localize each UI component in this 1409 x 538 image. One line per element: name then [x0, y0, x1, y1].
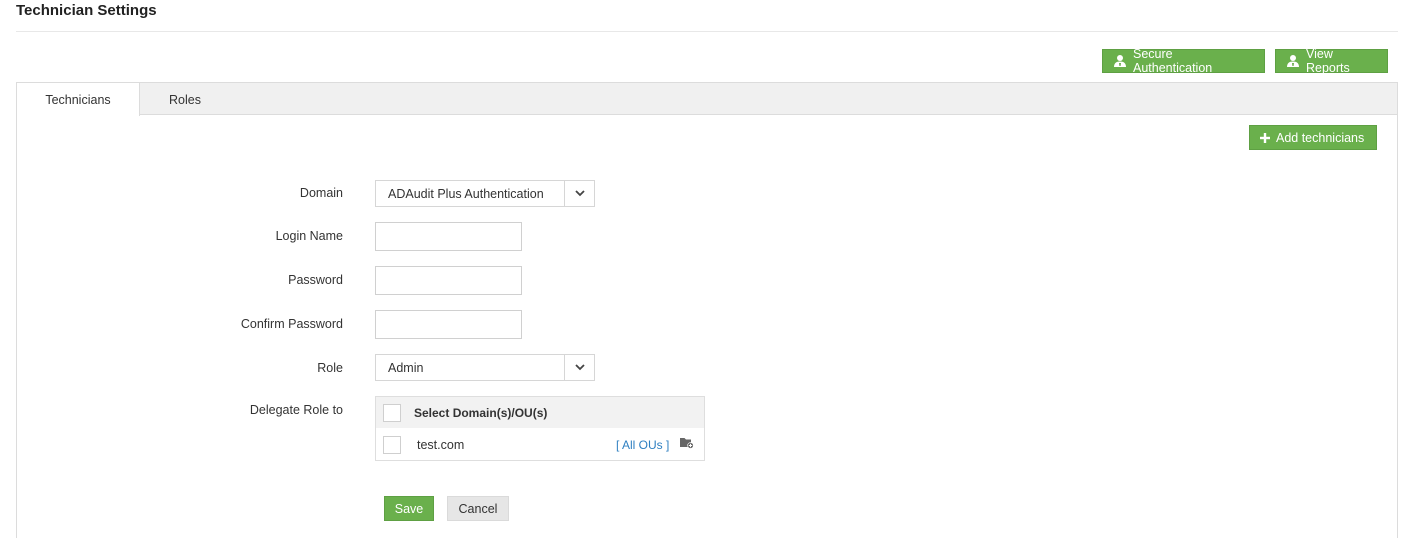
secure-authentication-button[interactable]: Secure Authentication [1102, 47, 1265, 75]
domain-select-value: ADAudit Plus Authentication [388, 187, 544, 201]
add-technicians-button[interactable]: Add technicians [1249, 125, 1377, 150]
login-name-label: Login Name [275, 229, 343, 243]
folder-add-icon[interactable] [680, 437, 694, 452]
select-domains-header: Select Domain(s)/OU(s) [414, 406, 548, 420]
save-button[interactable]: Save [384, 496, 434, 521]
password-input[interactable] [375, 266, 522, 295]
domain-row-checkbox[interactable] [383, 436, 401, 454]
chevron-down-icon[interactable] [564, 181, 594, 206]
tab-roles-label: Roles [169, 92, 201, 107]
password-label: Password [288, 273, 343, 287]
role-label: Role [317, 361, 343, 375]
select-all-checkbox[interactable] [383, 404, 401, 422]
all-ous-link[interactable]: [ All OUs ] [616, 438, 669, 452]
add-technicians-label: Add technicians [1276, 130, 1365, 145]
view-reports-label: View Reports [1306, 47, 1350, 75]
user-shield-icon [1114, 55, 1126, 67]
view-reports-button[interactable]: View Reports [1275, 47, 1388, 75]
user-report-icon [1287, 55, 1299, 67]
technicians-panel: Technicians Roles [16, 82, 1398, 538]
chevron-down-icon[interactable] [564, 355, 594, 380]
secure-authentication-label: Secure Authentication [1133, 47, 1213, 75]
delegate-table-header: Select Domain(s)/OU(s) [376, 397, 704, 428]
tab-technicians-label: Technicians [45, 92, 111, 107]
domain-label: Domain [299, 186, 343, 200]
tab-technicians[interactable]: Technicians [17, 83, 140, 116]
confirm-password-input[interactable] [375, 310, 522, 339]
role-select[interactable]: Admin [375, 354, 595, 381]
delegate-domain-table: Select Domain(s)/OU(s) test.com [ All OU… [375, 396, 705, 461]
delegate-role-label: Delegate Role to [249, 403, 343, 417]
login-name-input[interactable] [375, 222, 522, 251]
domain-select[interactable]: ADAudit Plus Authentication [375, 180, 595, 207]
confirm-password-label: Confirm Password [240, 317, 343, 331]
tab-roles[interactable]: Roles [140, 83, 230, 116]
page-title: Technician Settings [16, 2, 157, 19]
plus-icon [1260, 132, 1270, 143]
role-select-value: Admin [388, 361, 424, 375]
title-divider [16, 31, 1398, 32]
domain-name: test.com [417, 438, 465, 452]
cancel-button[interactable]: Cancel [447, 496, 509, 521]
